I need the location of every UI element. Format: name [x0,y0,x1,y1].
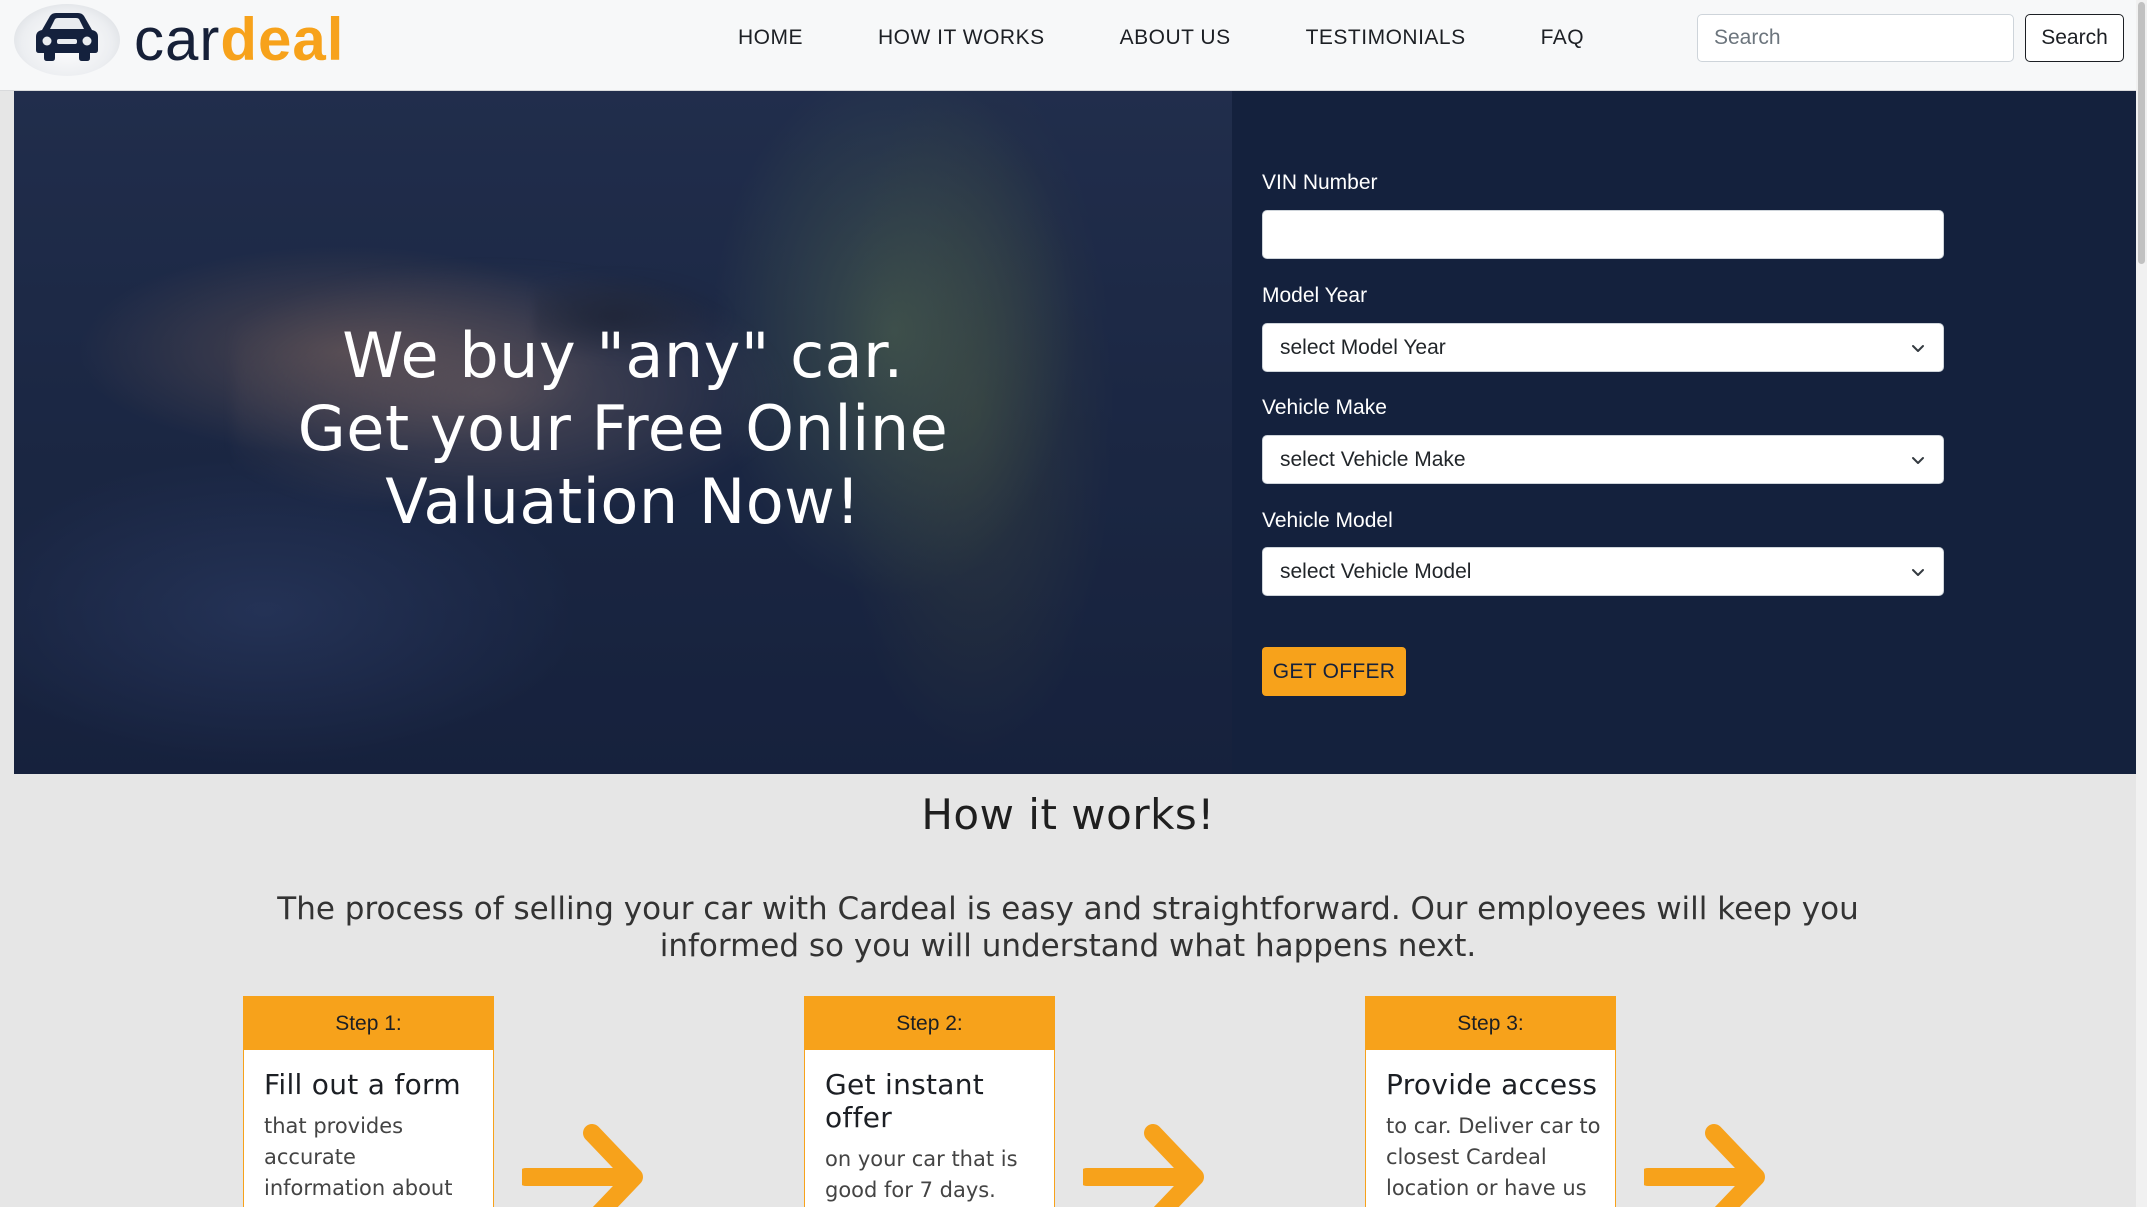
step-body: to car. Deliver car to closest Cardeal l… [1386,1114,1601,1200]
step-label: Step 3: [1366,997,1615,1050]
scrollbar-thumb[interactable] [2138,2,2145,264]
step-card-1: Step 1: Fill out a form that provides ac… [243,996,494,1207]
hero-heading-line-1: We buy "any" car. [342,319,904,392]
vehicle-model-selected: select Vehicle Model [1280,559,1472,583]
arrow-right-icon [1083,1124,1204,1207]
chevron-down-icon [1912,456,1924,464]
vehicle-make-label: Vehicle Make [1262,396,1387,419]
vehicle-make-select[interactable]: select Vehicle Make [1262,435,1944,484]
step-label: Step 1: [244,997,493,1050]
brand-name-part1: car [134,6,221,73]
nav-how-it-works[interactable]: HOW IT WORKS [876,24,1047,52]
step-title: Provide access [1386,1068,1598,1101]
hero-section: We buy "any" car. Get your Free Online V… [0,91,2136,774]
step-label: Step 2: [805,997,1054,1050]
vin-label: VIN Number [1262,171,1378,194]
vehicle-model-label: Vehicle Model [1262,509,1393,532]
search-input[interactable] [1697,14,2014,62]
hero-heading: We buy "any" car. Get your Free Online V… [14,319,1232,538]
nav-home[interactable]: HOME [736,24,805,52]
car-icon [14,4,120,76]
step-body: on your car that is good for 7 days. [825,1147,1018,1202]
brand-wordmark: cardeal [134,10,344,70]
hero-heading-line-3: Valuation Now! [385,465,861,538]
model-year-select[interactable]: select Model Year [1262,323,1944,372]
step-title: Fill out a form [264,1068,461,1101]
model-year-selected: select Model Year [1280,335,1446,359]
brand-logo[interactable]: cardeal [14,0,344,80]
nav-faq[interactable]: FAQ [1539,24,1587,52]
step-body: that provides accurate information about… [264,1114,453,1200]
hero-heading-line-2: Get your Free Online [297,392,949,465]
nav-about-us[interactable]: ABOUT US [1118,24,1233,52]
step-title: Get instant offer [825,1068,985,1134]
search-button[interactable]: Search [2025,14,2124,62]
arrow-right-icon [522,1124,643,1207]
step-card-2: Step 2: Get instant offer on your car th… [804,996,1055,1207]
step-card-3: Step 3: Provide access to car. Deliver c… [1365,996,1616,1207]
navbar: cardeal HOME HOW IT WORKS ABOUT US TESTI… [0,0,2136,91]
valuation-form: VIN Number Model Year select Model Year … [1232,91,2136,774]
main-nav: HOME HOW IT WORKS ABOUT US TESTIMONIALS … [736,24,1657,52]
how-it-works-description: The process of selling your car with Car… [277,891,1859,964]
vehicle-make-selected: select Vehicle Make [1280,447,1466,471]
arrow-right-icon [1644,1124,1765,1207]
model-year-label: Model Year [1262,284,1368,307]
search-form: Search [1697,14,2124,62]
nav-testimonials[interactable]: TESTIMONIALS [1304,24,1468,52]
chevron-down-icon [1912,344,1924,352]
brand-name-part2: deal [220,6,345,73]
how-it-works-title: How it works! [921,790,1215,839]
chevron-down-icon [1912,568,1924,576]
vin-input[interactable] [1262,210,1944,259]
vehicle-model-select[interactable]: select Vehicle Model [1262,547,1944,596]
get-offer-button[interactable]: GET OFFER [1262,647,1406,696]
